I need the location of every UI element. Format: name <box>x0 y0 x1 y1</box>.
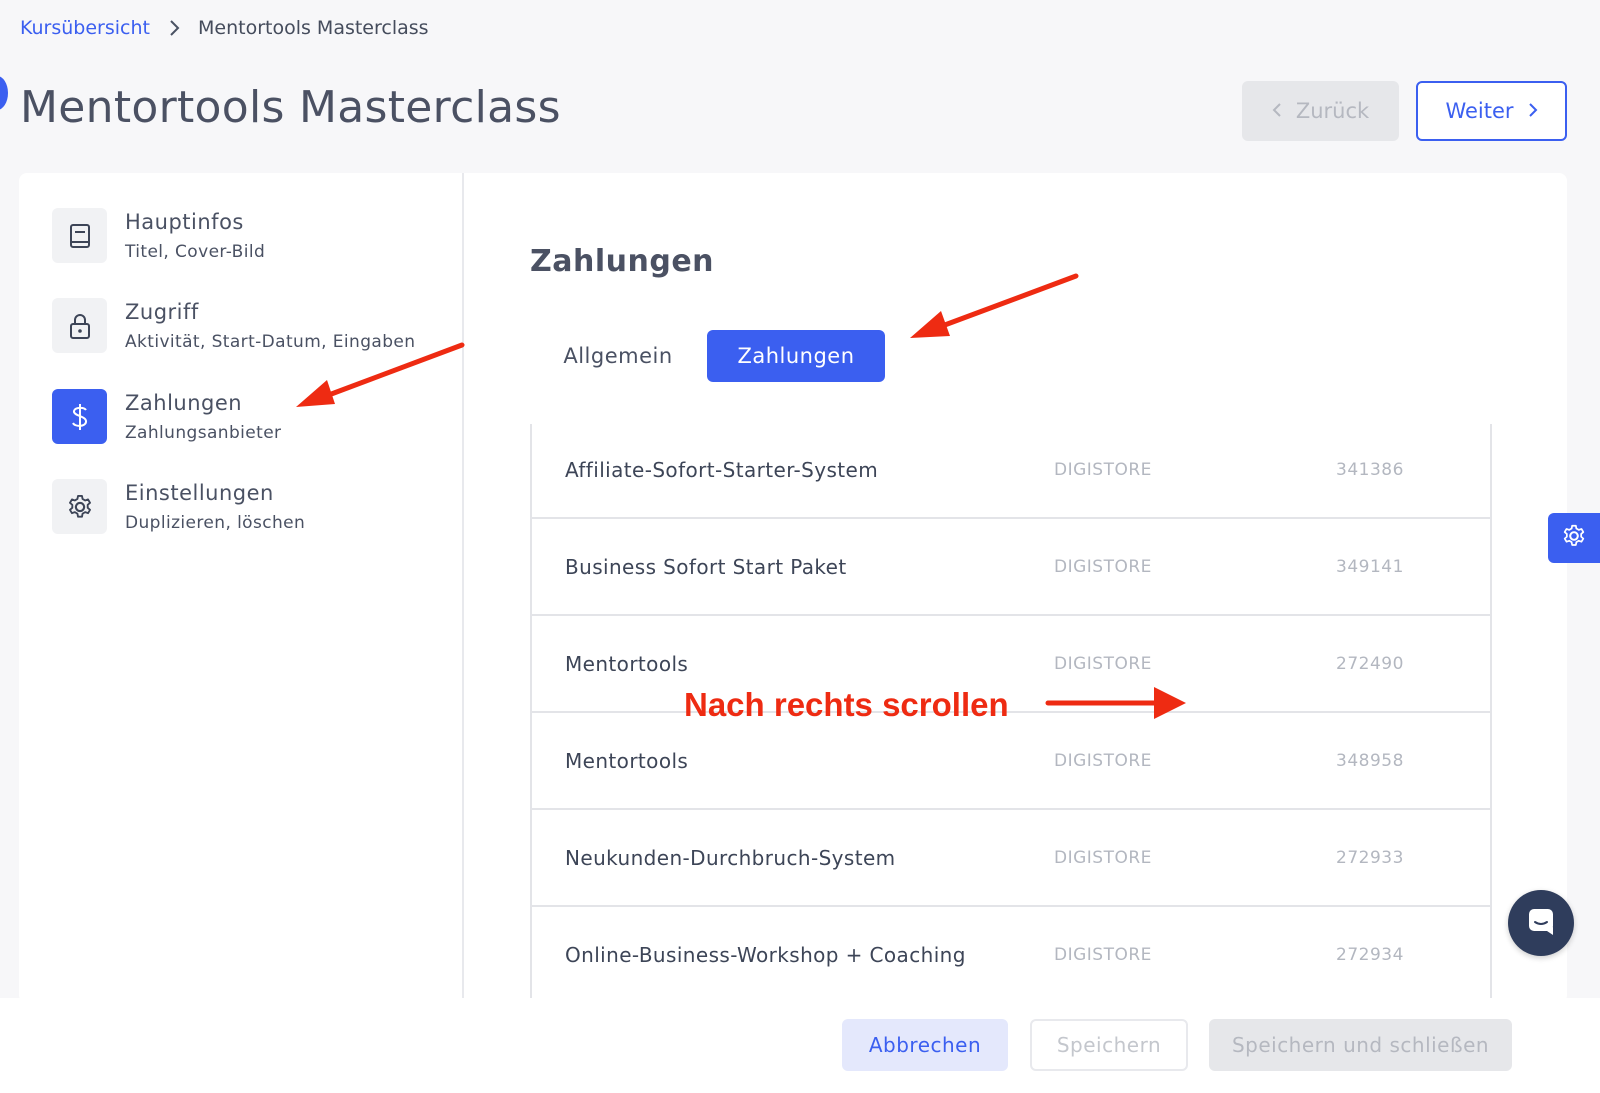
chevron-left-icon <box>1272 99 1282 123</box>
product-provider: DIGISTORE <box>1054 556 1152 577</box>
breadcrumb-current: Mentortools Masterclass <box>198 17 429 39</box>
table-row[interactable]: Neukunden-Durchbruch-System DIGISTORE 27… <box>532 810 1490 907</box>
product-provider: DIGISTORE <box>1054 847 1152 868</box>
table-row[interactable]: Mentortools DIGISTORE 272490 <box>532 616 1490 713</box>
table-row[interactable]: Business Sofort Start Paket DIGISTORE 34… <box>532 519 1490 616</box>
product-provider: DIGISTORE <box>1054 750 1152 771</box>
sidebar-item-title: Hauptinfos <box>125 210 244 234</box>
product-name: Mentortools <box>565 651 689 676</box>
sidebar-item-subtitle: Titel, Cover-Bild <box>125 242 266 262</box>
product-provider: DIGISTORE <box>1054 459 1152 480</box>
lock-icon <box>52 298 107 353</box>
product-id: 341386 <box>1336 459 1404 480</box>
product-provider: DIGISTORE <box>1054 944 1152 965</box>
product-provider: DIGISTORE <box>1054 653 1152 674</box>
sidebar-item-zahlungen[interactable]: Zahlungen Zahlungsanbieter <box>52 389 281 444</box>
settings-gear-button[interactable] <box>1548 513 1600 563</box>
payment-products-list[interactable]: Affiliate-Sofort-Starter-System DIGISTOR… <box>530 424 1492 1003</box>
save-button[interactable]: Speichern <box>1030 1019 1188 1071</box>
back-button-label: Zurück <box>1295 99 1370 123</box>
sidebar-item-subtitle: Duplizieren, löschen <box>125 513 306 533</box>
back-button[interactable]: Zurück <box>1242 81 1399 141</box>
product-name: Mentortools <box>565 748 689 773</box>
breadcrumb-link-course-overview[interactable]: Kursübersicht <box>20 17 150 39</box>
section-title: Zahlungen <box>530 244 715 279</box>
sidebar-divider <box>462 173 464 1003</box>
product-name: Affiliate-Sofort-Starter-System <box>565 457 879 482</box>
product-name: Business Sofort Start Paket <box>565 554 847 579</box>
product-id: 349141 <box>1336 556 1404 577</box>
annotation-label: Nach rechts scrollen <box>684 686 1009 723</box>
product-name: Neukunden-Durchbruch-System <box>565 845 896 870</box>
save-and-close-button[interactable]: Speichern und schließen <box>1209 1019 1512 1071</box>
table-row[interactable]: Affiliate-Sofort-Starter-System DIGISTOR… <box>532 424 1490 519</box>
chevron-right-icon <box>1528 99 1538 123</box>
sidebar-item-zugriff[interactable]: Zugriff Aktivität, Start-Datum, Eingaben <box>52 298 415 353</box>
sidebar-item-title: Einstellungen <box>125 481 274 505</box>
tab-allgemein[interactable]: Allgemein <box>530 330 706 382</box>
chevron-right-icon <box>168 19 180 37</box>
chat-icon <box>1526 906 1556 940</box>
book-icon <box>52 208 107 263</box>
gear-icon <box>52 479 107 534</box>
product-id: 272490 <box>1336 653 1404 674</box>
sidebar-item-subtitle: Aktivität, Start-Datum, Eingaben <box>125 332 416 352</box>
sidebar-item-hauptinfos[interactable]: Hauptinfos Titel, Cover-Bild <box>52 208 265 263</box>
dollar-icon <box>52 389 107 444</box>
product-id: 348958 <box>1336 750 1404 771</box>
tab-zahlungen[interactable]: Zahlungen <box>707 330 885 382</box>
next-button[interactable]: Weiter <box>1416 81 1567 141</box>
chat-button[interactable] <box>1508 890 1574 956</box>
product-id: 272933 <box>1336 847 1404 868</box>
blue-indicator-dot <box>0 76 8 110</box>
product-id: 272934 <box>1336 944 1404 965</box>
sidebar-item-subtitle: Zahlungsanbieter <box>125 423 282 443</box>
gear-icon <box>1561 523 1587 553</box>
breadcrumb: Kursübersicht Mentortools Masterclass <box>20 17 429 39</box>
page-title: Mentortools Masterclass <box>20 82 561 133</box>
table-row[interactable]: Online-Business-Workshop + Coaching DIGI… <box>532 907 1490 1003</box>
table-row[interactable]: Mentortools DIGISTORE 348958 <box>532 713 1490 810</box>
product-name: Online-Business-Workshop + Coaching <box>565 942 966 967</box>
cancel-button[interactable]: Abbrechen <box>842 1019 1008 1071</box>
sidebar-item-title: Zahlungen <box>125 391 243 415</box>
sidebar-item-einstellungen[interactable]: Einstellungen Duplizieren, löschen <box>52 479 305 534</box>
next-button-label: Weiter <box>1445 99 1514 123</box>
sidebar-item-title: Zugriff <box>125 300 199 324</box>
